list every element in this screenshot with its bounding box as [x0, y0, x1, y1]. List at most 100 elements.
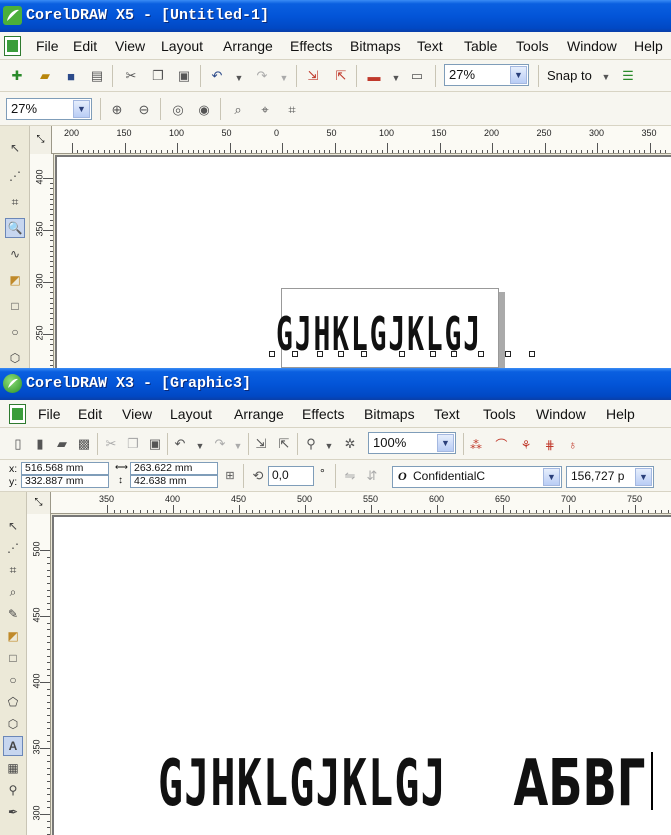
drawing-canvas[interactable]: GJHKLGJKLGJ: [55, 155, 671, 368]
menu-tools[interactable]: Tools: [516, 38, 549, 54]
menu-bitmaps[interactable]: Bitmaps: [364, 406, 415, 422]
snap-to-button[interactable]: Snap to: [547, 68, 592, 83]
document-icon[interactable]: [4, 36, 21, 56]
export-icon[interactable]: ⇱: [275, 435, 293, 453]
rotate-icon[interactable]: ⟲: [249, 467, 267, 485]
selection-handle[interactable]: [361, 351, 367, 357]
selection-handle[interactable]: [430, 351, 436, 357]
menu-view[interactable]: View: [122, 406, 152, 422]
freehand-tool-icon[interactable]: ∿: [5, 244, 25, 264]
snap-dropdown-icon[interactable]: ▼: [597, 68, 615, 86]
copy-icon[interactable]: ❐: [124, 435, 142, 453]
ruler-origin-icon[interactable]: ⤡: [27, 492, 51, 514]
redo-icon[interactable]: ↷: [211, 435, 229, 453]
zoom-level-combo[interactable]: 100% ▼: [368, 432, 456, 454]
paste-icon[interactable]: ▣: [146, 435, 164, 453]
smart-fill-tool-icon[interactable]: ◩: [3, 626, 23, 646]
selection-handle[interactable]: [451, 351, 457, 357]
menu-edit[interactable]: Edit: [78, 406, 102, 422]
chevron-down-icon[interactable]: ▼: [543, 468, 560, 486]
chevron-down-icon[interactable]: ▼: [437, 434, 454, 452]
menu-layout[interactable]: Layout: [170, 406, 212, 422]
ellipse-tool-icon[interactable]: ○: [3, 670, 23, 690]
selection-handle[interactable]: [478, 351, 484, 357]
cut-icon[interactable]: ✂: [122, 67, 140, 85]
ellipse-tool-icon[interactable]: ○: [5, 322, 25, 342]
launcher-dropdown-icon[interactable]: ▼: [320, 437, 338, 455]
zoom-combo-secondary[interactable]: 27% ▼: [6, 98, 92, 120]
new-from-template-icon[interactable]: ▮: [31, 435, 49, 453]
mirror-vertical-icon[interactable]: ⇵: [363, 467, 381, 485]
undo-dropdown-icon[interactable]: ▼: [191, 437, 209, 455]
document-icon[interactable]: [9, 404, 26, 424]
artwork-text-block[interactable]: GJHKLGJKLGJ АБВГ: [158, 747, 645, 821]
menu-window[interactable]: Window: [567, 38, 617, 54]
application-launcher-icon[interactable]: ▬: [365, 67, 383, 85]
menu-file[interactable]: File: [36, 38, 59, 54]
new-icon[interactable]: ✚: [8, 67, 26, 85]
font-size-combo[interactable]: 156,727 p ▼: [566, 466, 654, 488]
copy-icon[interactable]: ❐: [149, 67, 167, 85]
menu-text[interactable]: Text: [417, 38, 443, 54]
zoom-tool-icon[interactable]: 🔍: [5, 218, 25, 238]
rectangle-tool-icon[interactable]: □: [3, 648, 23, 668]
width-field[interactable]: 263.622 mm: [130, 462, 218, 475]
selection-handle[interactable]: [292, 351, 298, 357]
selection-handle[interactable]: [529, 351, 535, 357]
selection-handle[interactable]: [317, 351, 323, 357]
basic-shapes-tool-icon[interactable]: ⬡: [3, 714, 23, 734]
ruler-origin-icon[interactable]: ⤡: [30, 126, 52, 154]
rotation-angle-field[interactable]: 0,0: [268, 466, 314, 486]
menu-window[interactable]: Window: [536, 406, 586, 422]
pick-tool-icon[interactable]: ↖: [3, 516, 23, 536]
selection-handle[interactable]: [505, 351, 511, 357]
shape-tool-icon[interactable]: ⋰: [3, 538, 23, 558]
zoom-tool-icon[interactable]: ⌕: [3, 582, 23, 602]
polygon-tool-icon[interactable]: ⬡: [5, 348, 25, 368]
save-icon[interactable]: ▩: [75, 435, 93, 453]
eyedropper-tool-icon[interactable]: ⚲: [3, 780, 23, 800]
import-icon[interactable]: ⇲: [252, 435, 270, 453]
cut-icon[interactable]: ✂: [102, 435, 120, 453]
paste-icon[interactable]: ▣: [175, 67, 193, 85]
zoom-selected-icon[interactable]: ◎: [169, 101, 187, 119]
welcome-screen-icon[interactable]: ▭: [408, 67, 426, 85]
menu-table[interactable]: Table: [464, 38, 497, 54]
text-effects-icon[interactable]: ⁂ ⌒ ⚘ ⋕ ♁: [470, 435, 590, 453]
selection-handle[interactable]: [338, 351, 344, 357]
application-launcher-icon[interactable]: ⚲: [302, 435, 320, 453]
new-icon[interactable]: ▯: [9, 435, 27, 453]
x-position-field[interactable]: 516.568 mm: [21, 462, 109, 475]
zoom-all-icon[interactable]: ◉: [195, 101, 213, 119]
menu-file[interactable]: File: [38, 406, 61, 422]
zoom-page-icon[interactable]: ⌕: [229, 101, 247, 119]
import-icon[interactable]: ⇲: [304, 67, 322, 85]
menu-arrange[interactable]: Arrange: [234, 406, 284, 422]
crop-tool-icon[interactable]: ⌗: [3, 560, 23, 580]
outline-tool-icon[interactable]: ✒: [3, 802, 23, 822]
redo-dropdown-icon[interactable]: ▼: [229, 437, 247, 455]
chevron-down-icon[interactable]: ▼: [73, 100, 90, 118]
menu-bitmaps[interactable]: Bitmaps: [350, 38, 401, 54]
launcher-dropdown-icon[interactable]: ▼: [387, 69, 405, 87]
undo-dropdown-icon[interactable]: ▼: [230, 69, 248, 87]
selection-handle[interactable]: [399, 351, 405, 357]
menu-text[interactable]: Text: [434, 406, 460, 422]
interactive-blend-tool-icon[interactable]: ▦: [3, 758, 23, 778]
selection-handle[interactable]: [269, 351, 275, 357]
chevron-down-icon[interactable]: ▼: [510, 66, 527, 84]
open-icon[interactable]: ▰: [53, 435, 71, 453]
freehand-tool-icon[interactable]: ✎: [3, 604, 23, 624]
drawing-canvas[interactable]: GJHKLGJKLGJ АБВГ: [52, 515, 671, 835]
menu-tools[interactable]: Tools: [483, 406, 516, 422]
menu-edit[interactable]: Edit: [73, 38, 97, 54]
export-icon[interactable]: ⇱: [332, 67, 350, 85]
redo-icon[interactable]: ↷: [253, 67, 271, 85]
text-tool-icon[interactable]: A: [3, 736, 23, 756]
undo-icon[interactable]: ↶: [171, 435, 189, 453]
menu-effects[interactable]: Effects: [302, 406, 345, 422]
lock-ratio-icon[interactable]: ⊞: [221, 466, 239, 484]
font-family-combo[interactable]: O ConfidentialC ▼: [392, 466, 562, 488]
redo-dropdown-icon[interactable]: ▼: [275, 69, 293, 87]
print-icon[interactable]: ▤: [88, 67, 106, 85]
